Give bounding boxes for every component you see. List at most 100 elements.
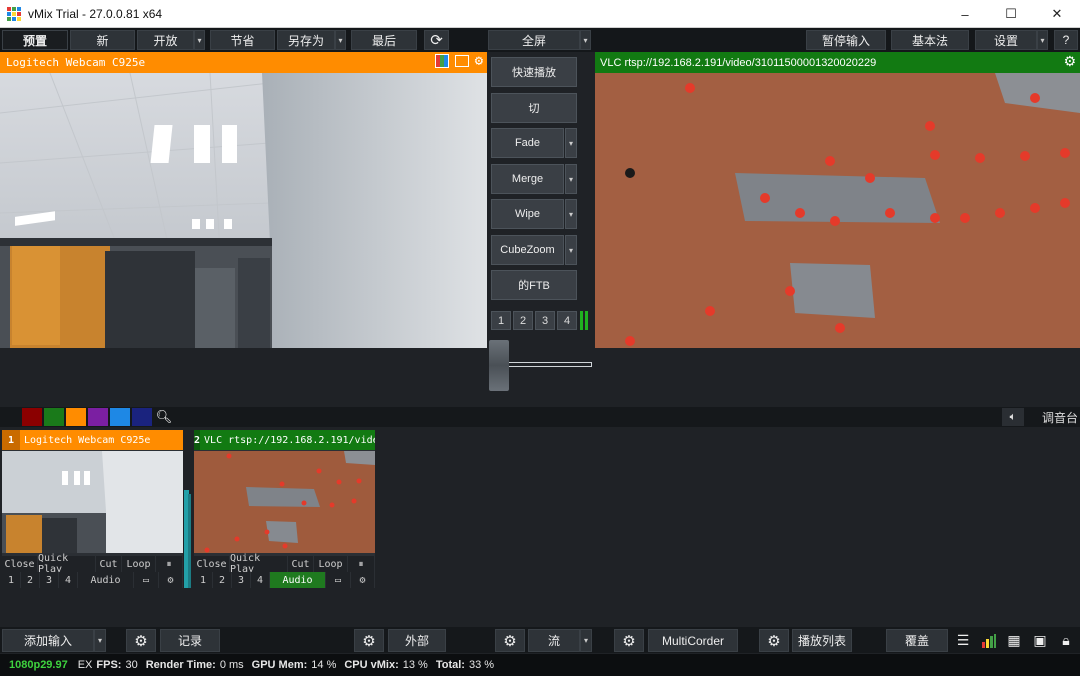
open-dropdown-icon[interactable]: ▾ bbox=[194, 30, 205, 50]
monitor-icon[interactable]: ▭ bbox=[326, 572, 351, 588]
external-button[interactable]: 外部 bbox=[388, 629, 446, 652]
color-filter-orange[interactable] bbox=[66, 408, 86, 426]
color-filter-blue[interactable] bbox=[110, 408, 130, 426]
cubezoom-button[interactable]: CubeZoom bbox=[491, 235, 564, 265]
cut-input-button[interactable]: Cut bbox=[288, 556, 314, 572]
audio-mixer-button[interactable]: 调音台 bbox=[1042, 409, 1078, 426]
audio-toggle-button[interactable]: Audio bbox=[270, 572, 326, 588]
loop-input-button[interactable]: Loop bbox=[122, 556, 156, 572]
input-thumbnail[interactable] bbox=[2, 451, 183, 553]
fullscreen-dropdown-icon[interactable]: ▾ bbox=[580, 30, 591, 50]
pause-icon[interactable]: ⏸ bbox=[348, 556, 375, 572]
bus-4-button[interactable]: 4 bbox=[59, 572, 78, 588]
monitor-icon[interactable]: ▭ bbox=[134, 572, 159, 588]
bus-2-button[interactable]: 2 bbox=[213, 572, 232, 588]
fade-button[interactable]: Fade bbox=[491, 128, 564, 158]
multicorder-button[interactable]: MultiCorder bbox=[648, 629, 738, 652]
fade-dropdown-icon[interactable]: ▾ bbox=[565, 128, 577, 158]
bus-4-button[interactable]: 4 bbox=[251, 572, 270, 588]
bus-3-button[interactable]: 3 bbox=[232, 572, 251, 588]
external-output-icon[interactable]: ▣ bbox=[1029, 629, 1051, 652]
frame-icon[interactable] bbox=[454, 55, 469, 67]
preview-button[interactable]: 预置 bbox=[2, 30, 68, 50]
help-button[interactable]: ? bbox=[1054, 30, 1078, 50]
pause-icon[interactable]: ⏸ bbox=[156, 556, 183, 572]
wipe-button[interactable]: Wipe bbox=[491, 199, 564, 229]
settings-dropdown-icon[interactable]: ▾ bbox=[1037, 30, 1048, 50]
input-gear-icon[interactable]: ⚙ bbox=[159, 572, 183, 588]
color-filter-green[interactable] bbox=[44, 408, 64, 426]
ftb-button[interactable]: 的FTB bbox=[491, 270, 577, 300]
input-card-header[interactable]: 2 VLC rtsp://192.168.2.191/video bbox=[194, 430, 375, 450]
cut-input-button[interactable]: Cut bbox=[96, 556, 122, 572]
bus-1-button[interactable]: 1 bbox=[2, 572, 21, 588]
lock-icon[interactable]: 🔒︎ bbox=[1055, 629, 1077, 652]
input-card-1[interactable]: 1 Logitech Webcam C925e Close Quick Play… bbox=[2, 430, 183, 588]
quick-play-button[interactable]: 快速播放 bbox=[491, 57, 577, 87]
overlay-button[interactable]: 覆盖 bbox=[886, 629, 948, 652]
gear-icon[interactable]: ⚙ bbox=[475, 54, 483, 68]
input-card-2[interactable]: 2 VLC rtsp://192.168.2.191/video Close Q… bbox=[194, 430, 375, 588]
preview-video[interactable] bbox=[0, 73, 487, 348]
menu-icon[interactable]: ☰ bbox=[952, 629, 974, 652]
input-card-header[interactable]: 1 Logitech Webcam C925e bbox=[2, 430, 183, 450]
program-gear-icon[interactable]: ⚙ bbox=[1063, 54, 1076, 68]
search-icon[interactable]: 🔍︎ bbox=[154, 408, 174, 426]
color-correction-icon[interactable] bbox=[434, 54, 449, 68]
maximize-button[interactable]: ☐ bbox=[988, 0, 1034, 28]
quick-play-input-button[interactable]: Quick Play bbox=[230, 553, 288, 575]
merge-button[interactable]: Merge bbox=[491, 164, 564, 194]
playlist-gear-icon[interactable]: ⚙ bbox=[759, 629, 789, 652]
playlist-button[interactable]: 播放列表 bbox=[792, 629, 852, 652]
color-filter-purple[interactable] bbox=[88, 408, 108, 426]
settings-button[interactable]: 设置 bbox=[975, 30, 1037, 50]
speaker-icon[interactable]: 🔈︎ bbox=[1001, 408, 1024, 426]
multiview-grid-icon[interactable]: ▦ bbox=[1003, 629, 1025, 652]
transition-1-button[interactable]: 1 bbox=[491, 311, 511, 330]
bus-3-button[interactable]: 3 bbox=[40, 572, 59, 588]
transition-2-button[interactable]: 2 bbox=[513, 311, 533, 330]
color-filter-red[interactable] bbox=[22, 408, 42, 426]
close-input-button[interactable]: Close bbox=[2, 556, 38, 572]
open-button[interactable]: 开放 bbox=[137, 30, 194, 50]
program-video[interactable] bbox=[595, 73, 1080, 348]
cubezoom-dropdown-icon[interactable]: ▾ bbox=[565, 235, 577, 265]
external-gear-icon[interactable]: ⚙ bbox=[354, 629, 384, 652]
record-button[interactable]: 记录 bbox=[160, 629, 220, 652]
fullscreen-button[interactable]: 全屏 bbox=[488, 30, 580, 50]
multicorder-gear-icon[interactable]: ⚙ bbox=[614, 629, 644, 652]
bus-2-button[interactable]: 2 bbox=[21, 572, 40, 588]
pause-input-button[interactable]: 暂停输入 bbox=[806, 30, 886, 50]
t-bar-handle[interactable] bbox=[489, 340, 509, 391]
merge-dropdown-icon[interactable]: ▾ bbox=[565, 164, 577, 194]
wipe-dropdown-icon[interactable]: ▾ bbox=[565, 199, 577, 229]
add-input-dropdown-icon[interactable]: ▾ bbox=[94, 629, 106, 652]
close-input-button[interactable]: Close bbox=[194, 556, 230, 572]
audio-levels-icon[interactable] bbox=[978, 629, 1000, 652]
transition-4-button[interactable]: 4 bbox=[557, 311, 577, 330]
stream-gear-icon[interactable]: ⚙ bbox=[495, 629, 525, 652]
input-thumbnail[interactable] bbox=[194, 451, 375, 553]
record-gear-icon[interactable]: ⚙ bbox=[126, 629, 156, 652]
bus-1-button[interactable]: 1 bbox=[194, 572, 213, 588]
save-as-dropdown-icon[interactable]: ▾ bbox=[335, 30, 346, 50]
audio-toggle-button[interactable]: Audio bbox=[78, 572, 134, 588]
add-input-button[interactable]: 添加输入 bbox=[2, 629, 94, 652]
cut-button[interactable]: 切 bbox=[491, 93, 577, 123]
minimize-button[interactable]: – bbox=[942, 0, 988, 28]
close-window-button[interactable]: ✕ bbox=[1034, 0, 1080, 28]
refresh-icon[interactable]: ⟳ bbox=[424, 30, 449, 50]
basic-button[interactable]: 基本法 bbox=[891, 30, 969, 50]
new-button[interactable]: 新 bbox=[70, 30, 135, 50]
stream-button[interactable]: 流 bbox=[528, 629, 580, 652]
quick-play-input-button[interactable]: Quick Play bbox=[38, 553, 96, 575]
last-button[interactable]: 最后 bbox=[351, 30, 417, 50]
top-toolbar: 预置 新 开放 ▾ 节省 另存为 ▾ 最后 ⟳ 全屏 ▾ 暂停输入 基本法 设置… bbox=[0, 28, 1080, 52]
save-button[interactable]: 节省 bbox=[210, 30, 275, 50]
color-filter-navy[interactable] bbox=[132, 408, 152, 426]
save-as-button[interactable]: 另存为 bbox=[277, 30, 335, 50]
loop-input-button[interactable]: Loop bbox=[314, 556, 348, 572]
stream-dropdown-icon[interactable]: ▾ bbox=[580, 629, 592, 652]
input-gear-icon[interactable]: ⚙ bbox=[351, 572, 375, 588]
transition-3-button[interactable]: 3 bbox=[535, 311, 555, 330]
